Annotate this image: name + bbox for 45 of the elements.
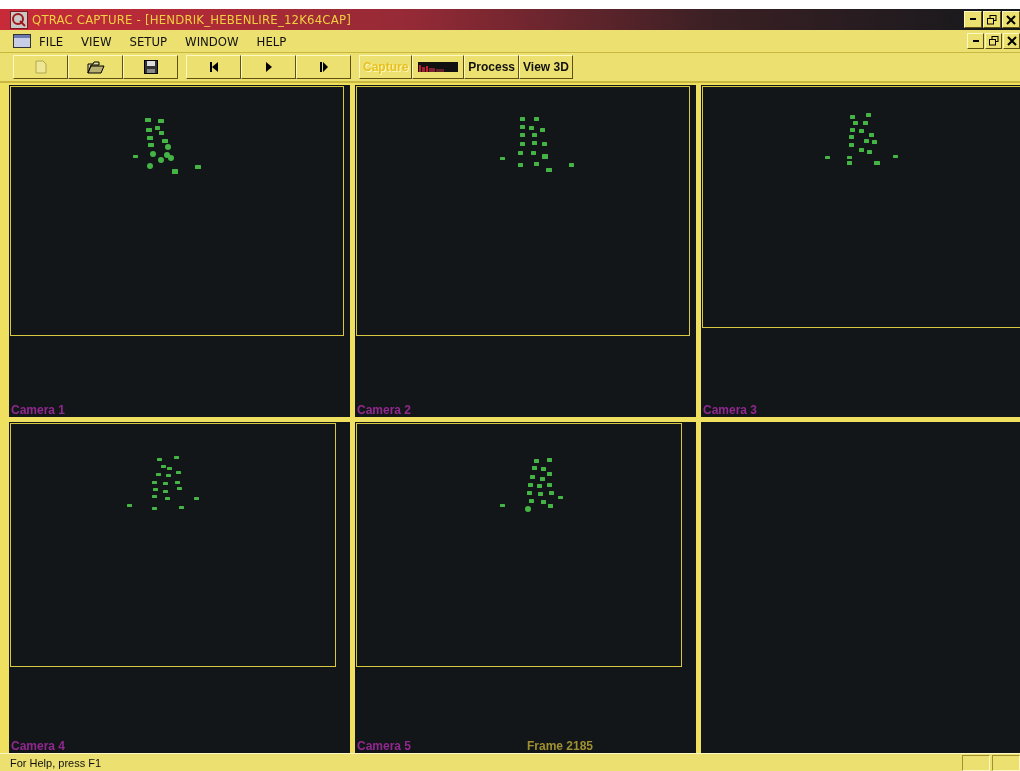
minimize-button[interactable]: [967, 33, 984, 49]
blank-page-icon: [34, 60, 47, 74]
close-button[interactable]: [1003, 33, 1020, 49]
step-forward-button[interactable]: [296, 55, 351, 79]
minimize-button[interactable]: [964, 11, 982, 28]
skip-back-icon: [208, 61, 219, 73]
camera-label: Camera 2: [356, 402, 413, 417]
restore-icon: [988, 36, 999, 46]
window-title: QTRAC CAPTURE - [HENDRIK_HEBENLIRE_12K64CAP]: [32, 12, 351, 27]
folder-icon: [86, 60, 105, 74]
document-icon: [13, 34, 31, 48]
play-icon: [264, 61, 273, 73]
status-text: For Help, press F1: [10, 756, 102, 769]
camera-label: Camera 4: [10, 739, 67, 753]
camera-label: Camera 3: [702, 402, 759, 417]
step-forward-icon: [318, 61, 329, 73]
camera-label: Camera 1: [10, 402, 67, 417]
play-button[interactable]: [241, 55, 296, 79]
app-icon: [10, 10, 28, 29]
close-icon: [1006, 14, 1016, 25]
close-icon: [1006, 36, 1017, 46]
marker-dots-drawing: [133, 118, 201, 174]
skip-to-start-button[interactable]: [186, 55, 241, 79]
frame-counter: Frame 2185: [527, 739, 594, 753]
status-pane: [962, 754, 990, 771]
close-button[interactable]: [1002, 11, 1020, 28]
toolbar-button[interactable]: Process: [464, 55, 520, 79]
camera-label: Camera 5: [356, 739, 413, 753]
restore-icon: [987, 14, 997, 25]
meter-graph-icon: [418, 62, 459, 72]
toolbar-button[interactable]: View 3D: [519, 55, 573, 79]
marker-dots-drawing: [127, 455, 199, 510]
menu-item[interactable]: FILE: [37, 33, 66, 49]
restore-button[interactable]: [985, 33, 1002, 49]
marker-dots-drawing: [500, 457, 563, 512]
open-folder-button[interactable]: [68, 55, 123, 79]
restore-button[interactable]: [983, 11, 1001, 28]
menu-item[interactable]: WINDOW: [183, 33, 241, 49]
status-pane: [992, 754, 1020, 771]
menu-item[interactable]: VIEW: [79, 33, 114, 49]
minimize-icon: [971, 39, 980, 43]
minimize-icon: [969, 18, 977, 21]
menu-item[interactable]: SETUP: [127, 33, 170, 49]
save-button[interactable]: [123, 55, 178, 79]
menu-item[interactable]: HELP: [254, 33, 289, 49]
